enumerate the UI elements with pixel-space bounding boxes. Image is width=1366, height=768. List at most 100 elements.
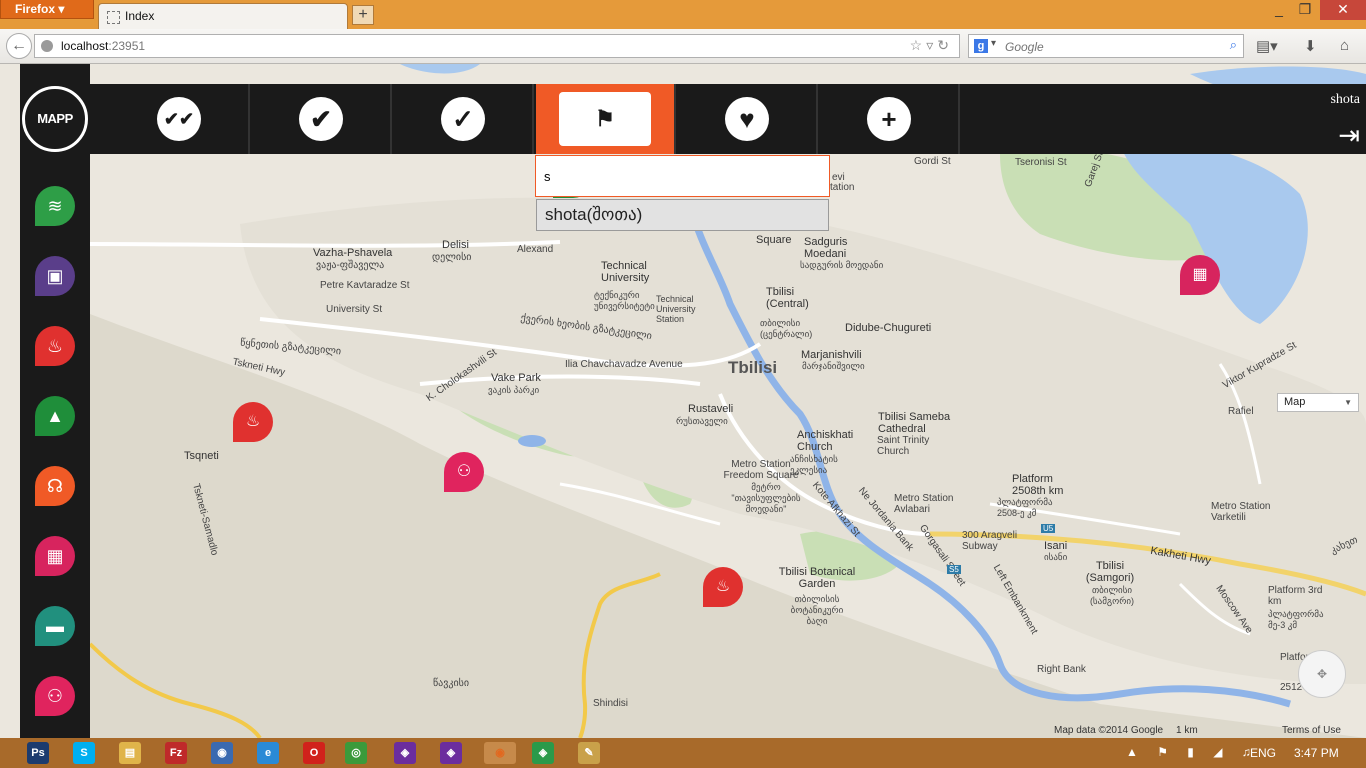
user-name: shota [1330,92,1360,107]
firefox-menu-button[interactable]: Firefox ▾ [0,0,94,19]
bottle-icon: ♨ [715,578,731,595]
nav-checked[interactable]: ✔ [252,84,392,154]
skype-icon[interactable]: S [73,742,95,764]
category-people[interactable]: ⚇ [35,676,75,716]
basket-icon: ▦ [1192,266,1208,283]
photoshop-icon[interactable]: Ps [27,742,49,764]
bookmarks-icon[interactable]: ▤▾ [1256,37,1278,55]
map-pin-bottle[interactable]: ♨ [233,402,273,442]
map-pin-people[interactable]: ⚇ [444,452,484,492]
firefox-icon[interactable]: ◉ [484,742,516,764]
terms-link[interactable]: Terms of Use [1282,725,1341,736]
map-label: Ilia Chavchavadze Avenue [565,359,683,370]
map-label: თბილისის ბოტანიკური ბაღი [790,594,844,626]
reload-icon[interactable]: ↻ [937,37,953,53]
nav-add[interactable]: + [820,84,960,154]
map-label: S5 [947,565,961,574]
map-label: დელისი [432,252,472,263]
maximize-icon[interactable]: ❐ [1290,0,1320,20]
visual-studio-icon[interactable]: ◈ [440,742,462,764]
category-basket[interactable]: ▦ [35,536,75,576]
filezilla-icon[interactable]: Fz [165,742,187,764]
map-label: სადგურის მოედანი [800,260,884,270]
map-label: Metro Station Varketili [1211,501,1271,523]
url-bar[interactable]: localhost:23951 ☆▿↻ [34,34,960,58]
map-label: Didube-Chugureti [845,322,932,334]
map-label: 2512 [1280,682,1303,693]
wifi-icon: ≋ [47,196,63,216]
vs-green-icon[interactable]: ◈ [532,742,554,764]
nav-chat[interactable]: ♥ [678,84,818,154]
visual-studio-icon[interactable]: ◈ [394,742,416,764]
browser-tab[interactable]: Index [98,3,348,29]
home-icon[interactable]: ⌂ [1340,37,1349,54]
map-label: Technical University Station [656,294,696,324]
category-wifi[interactable]: ≋ [35,186,75,226]
map-label: Delisi [442,239,469,251]
map-label: ვაჟა-ფშაველა [316,260,385,271]
map-label: Technical University [601,260,650,284]
engine-dropdown-icon[interactable]: ▾ [991,38,996,49]
category-bottle[interactable]: ♨ [35,326,75,366]
opera-icon[interactable]: O [303,742,325,764]
nav-checked-outline[interactable]: ✓ [394,84,534,154]
bottle-icon: ♨ [245,413,261,430]
map-label: Petre Kavtaradze St [320,280,410,291]
user-search-input[interactable] [535,155,830,197]
map-label: Tbilisi (Central) [766,286,809,310]
back-icon[interactable]: ← [6,33,32,59]
language-indicator[interactable]: ENG [1250,746,1276,760]
map-type-select[interactable]: Map ▼ [1277,393,1359,412]
system-tray[interactable]: ▲ ⚑ ▮ ◢ ♫ [1126,745,1259,759]
firefox-menu-label: Firefox [15,2,56,16]
search-icon[interactable]: ⌕ [1230,37,1237,53]
category-shop-bag[interactable]: ▣ [35,256,75,296]
suggestion-label: shota(შოთა) [545,205,643,224]
tab-title: Index [125,9,155,23]
search-input[interactable] [1003,37,1217,57]
chrome-icon[interactable]: ◎ [345,742,367,764]
basket-icon: ▦ [46,546,64,566]
category-bench[interactable]: ▬ [35,606,75,646]
bottle-icon: ♨ [46,336,64,356]
search-suggestion[interactable]: shota(შოთა) [536,199,829,231]
new-tab-button[interactable]: + [352,5,374,25]
map-label: Isani [1044,540,1068,552]
nav-friends[interactable]: ⚑ [536,84,676,154]
download-icon[interactable]: ⬇ [1304,37,1317,55]
google-icon[interactable]: g [974,39,988,53]
map-label: University St [326,304,383,315]
pan-control[interactable]: ✥ [1298,650,1346,698]
dropdown-icon[interactable]: ▿ [926,37,937,53]
dome-icon: ☊ [47,476,63,496]
chevron-down-icon: ▼ [1344,398,1352,407]
nav-checked-both[interactable]: ✔✔ [110,84,250,154]
browser-titlebar: Firefox ▾ Index + _ ❐ ✕ [0,0,1366,29]
map-pin-basket[interactable]: ▦ [1180,255,1220,295]
category-tent[interactable]: ▲ [35,396,75,436]
file-explorer-icon[interactable]: ▤ [119,742,141,764]
mapp-logo[interactable]: MAPP [22,86,88,152]
map-pin-bottle[interactable]: ♨ [703,567,743,607]
map-label: Square [756,234,792,246]
map-label: პლატფორმა მე-3 კმ [1268,609,1324,630]
check-icon: ✔ [299,97,343,141]
ie-icon[interactable]: e [257,742,279,764]
plus-icon: + [867,97,911,141]
map-attribution: Map data ©2014 Google [1054,725,1164,736]
logout-icon[interactable]: ⇥ [1338,120,1360,151]
clock[interactable]: 3:47 PM [1294,746,1339,760]
star-icon[interactable]: ☆ [910,37,927,53]
map-label: Saint Trinity Church [877,435,930,457]
map-label: ისანი [1044,552,1068,562]
people-icon: ⚇ [456,463,472,480]
search-bar[interactable]: g ▾ ⌕ [968,34,1244,58]
tool-icon[interactable]: ✎ [578,742,600,764]
map-scale: 1 km [1176,725,1198,736]
category-dome[interactable]: ☊ [35,466,75,506]
map-label: Rustaveli [688,403,734,415]
close-icon[interactable]: ✕ [1320,0,1366,20]
globe-icon [41,40,53,52]
network-icon[interactable]: ◉ [211,742,233,764]
map-label: Tseronisi St [1015,157,1067,168]
